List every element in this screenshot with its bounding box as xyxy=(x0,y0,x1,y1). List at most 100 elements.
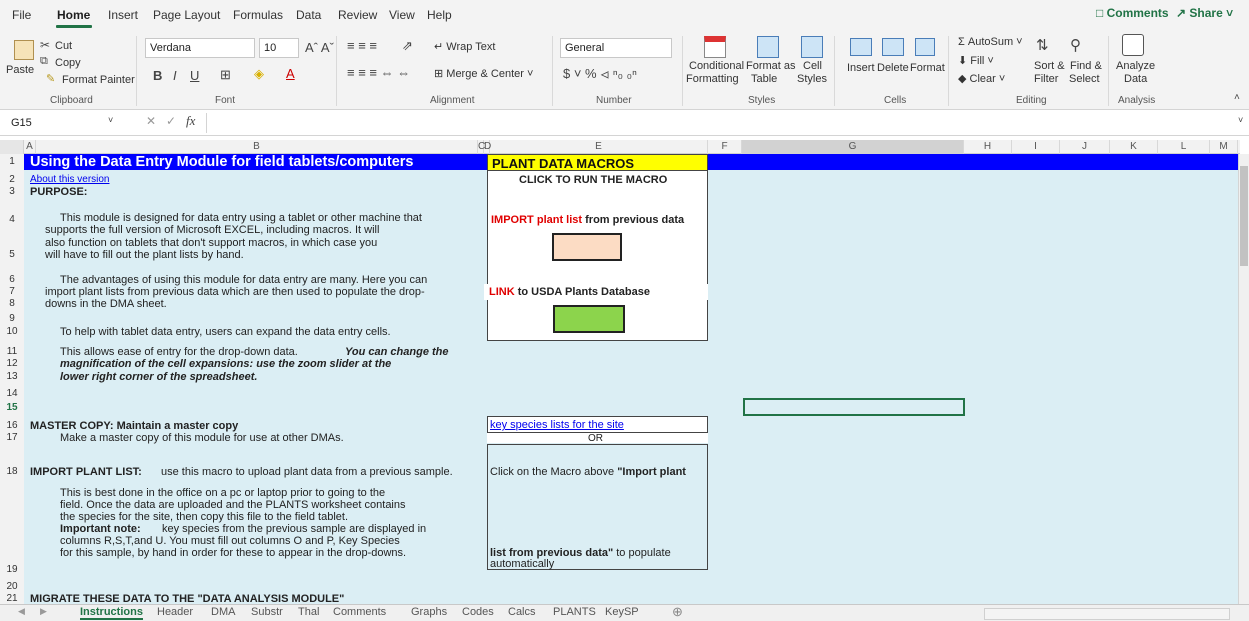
sheet-tab-codes[interactable]: Codes xyxy=(462,606,494,618)
prev-sheet-icon[interactable]: ◀ xyxy=(18,606,25,617)
cancel-icon[interactable]: ✕ xyxy=(146,114,156,128)
cut-button[interactable]: Cut xyxy=(55,40,72,52)
clear-button[interactable]: ◆ Clear ˅ xyxy=(958,72,1005,85)
tab-data[interactable]: Data xyxy=(296,8,321,22)
row-header[interactable]: 9 xyxy=(0,313,24,324)
insert-button[interactable]: Insert xyxy=(847,62,875,74)
paste-button[interactable]: Paste xyxy=(6,64,34,76)
about-version-link[interactable]: About this version xyxy=(30,174,110,185)
share-button[interactable]: ↗ Share ˅ xyxy=(1176,6,1246,24)
formula-input[interactable] xyxy=(206,113,1238,133)
tab-help[interactable]: Help xyxy=(427,8,452,22)
conditional-formatting-button[interactable]: Conditional xyxy=(689,60,744,72)
tab-formulas[interactable]: Formulas xyxy=(233,8,283,22)
border-icon[interactable]: ⊞ xyxy=(220,67,231,83)
merge-center-button[interactable]: ⊞ Merge & Center ˅ xyxy=(434,67,533,80)
orientation-icon[interactable]: ⇗ xyxy=(402,38,413,54)
align-left-icon[interactable]: ≡ ≡ ≡ ⇔ ⇔ xyxy=(347,65,410,80)
row-header[interactable]: 2 xyxy=(0,174,24,185)
cell-styles-button[interactable]: Cell xyxy=(803,60,822,72)
copy-button[interactable]: Copy xyxy=(55,57,81,69)
sheet-tab-header[interactable]: Header xyxy=(157,606,193,618)
row-header[interactable]: 4 xyxy=(0,214,24,225)
key-species-link[interactable]: key species lists for the site xyxy=(490,419,624,431)
add-sheet-icon[interactable]: ⊕ xyxy=(672,604,683,620)
format-button[interactable]: Format xyxy=(910,62,945,74)
row-header[interactable]: 7 xyxy=(0,286,24,297)
tab-page-layout[interactable]: Page Layout xyxy=(153,8,220,22)
format-painter-button[interactable]: Format Painter xyxy=(62,74,135,86)
font-size-select[interactable]: 10 xyxy=(259,38,299,58)
column-header-h[interactable]: H xyxy=(964,140,1012,154)
sheet-tab-instructions[interactable]: Instructions xyxy=(80,606,143,620)
format-as-table-button[interactable]: Format as xyxy=(746,60,796,72)
italic-icon[interactable]: I xyxy=(173,68,177,83)
align-top-icon[interactable]: ≡ ≡ ≡ xyxy=(347,38,377,53)
column-header-m[interactable]: M xyxy=(1210,140,1238,154)
enter-icon[interactable]: ✓ xyxy=(166,114,176,128)
sort-filter-button[interactable]: Sort & xyxy=(1034,60,1065,72)
row-header[interactable]: 10 xyxy=(0,326,24,337)
analyze-data-button[interactable]: Analyze xyxy=(1116,60,1155,72)
bold-icon[interactable]: B xyxy=(153,68,162,83)
row-header[interactable]: 14 xyxy=(0,388,24,399)
row-header[interactable]: 17 xyxy=(0,432,24,443)
row-header[interactable]: 6 xyxy=(0,274,24,285)
vertical-scroll-thumb[interactable] xyxy=(1240,166,1248,266)
column-header-f[interactable]: F xyxy=(708,140,742,154)
delete-button[interactable]: Delete xyxy=(877,62,909,74)
sheet-tab-dma[interactable]: DMA xyxy=(211,606,235,618)
tab-insert[interactable]: Insert xyxy=(108,8,138,22)
row-header[interactable]: 20 xyxy=(0,581,24,592)
tab-review[interactable]: Review xyxy=(338,8,377,22)
number-format-select[interactable]: General xyxy=(560,38,672,58)
underline-icon[interactable]: U xyxy=(190,68,199,83)
row-header[interactable]: 11 xyxy=(0,346,24,357)
wrap-text-button[interactable]: ↵ Wrap Text xyxy=(434,40,495,53)
next-sheet-icon[interactable]: ▶ xyxy=(40,606,47,617)
collapse-ribbon-icon[interactable]: ˄ xyxy=(1234,92,1240,103)
font-color-icon[interactable]: A xyxy=(286,66,295,81)
row-header[interactable]: 8 xyxy=(0,298,24,309)
sheet-tab-graphs[interactable]: Graphs xyxy=(411,606,447,618)
fill-color-icon[interactable]: ◈ xyxy=(254,66,264,82)
row-header[interactable]: 18 xyxy=(0,466,24,477)
row-header[interactable]: 16 xyxy=(0,420,24,431)
row-header[interactable]: 12 xyxy=(0,358,24,369)
sheet-tab-comments[interactable]: Comments xyxy=(333,606,386,618)
column-header-a[interactable]: A xyxy=(24,140,36,154)
sheet-tab-keysp[interactable]: KeySP xyxy=(605,606,639,618)
tab-view[interactable]: View xyxy=(389,8,415,22)
row-header[interactable]: 3 xyxy=(0,186,24,197)
sheet-tab-thal[interactable]: Thal xyxy=(298,606,319,618)
sheet-tab-plants[interactable]: PLANTS xyxy=(553,606,596,618)
column-header-i[interactable]: I xyxy=(1012,140,1060,154)
row-header[interactable]: 13 xyxy=(0,371,24,382)
comments-button[interactable]: □ Comments xyxy=(1096,6,1169,24)
column-header-e[interactable]: E xyxy=(490,140,708,154)
row-header-selected[interactable]: 15 xyxy=(0,402,24,413)
horizontal-scrollbar[interactable] xyxy=(984,608,1230,620)
tab-home[interactable]: Home xyxy=(57,8,90,22)
namebox-chevron-icon[interactable]: ˅ xyxy=(108,115,113,125)
row-header[interactable]: 1 xyxy=(0,156,24,167)
autosum-button[interactable]: Σ AutoSum ˅ xyxy=(958,36,1023,48)
sheet-tab-calcs[interactable]: Calcs xyxy=(508,606,536,618)
row-header[interactable]: 19 xyxy=(0,564,24,575)
tab-file[interactable]: File xyxy=(12,8,31,22)
grow-font-icon[interactable]: Aˆ Aˇ xyxy=(305,40,334,55)
column-header-k[interactable]: K xyxy=(1110,140,1158,154)
column-header-j[interactable]: J xyxy=(1060,140,1110,154)
selected-cell[interactable] xyxy=(743,398,965,416)
column-header-l[interactable]: L xyxy=(1158,140,1210,154)
expand-formula-icon[interactable]: ˅ xyxy=(1238,115,1243,125)
import-plant-list-button[interactable] xyxy=(552,233,622,261)
row-header[interactable]: 5 xyxy=(0,249,24,260)
currency-icon[interactable]: $ ˅ % ⏿ ⁿ₀ ₀ⁿ xyxy=(563,66,637,82)
fx-icon[interactable]: fx xyxy=(186,113,195,129)
column-header-g[interactable]: G xyxy=(742,140,964,154)
fill-button[interactable]: ⬇ Fill ˅ xyxy=(958,54,994,67)
find-select-button[interactable]: Find & xyxy=(1070,60,1102,72)
column-header-b[interactable]: B xyxy=(36,140,478,154)
usda-plants-link-button[interactable] xyxy=(553,305,625,333)
